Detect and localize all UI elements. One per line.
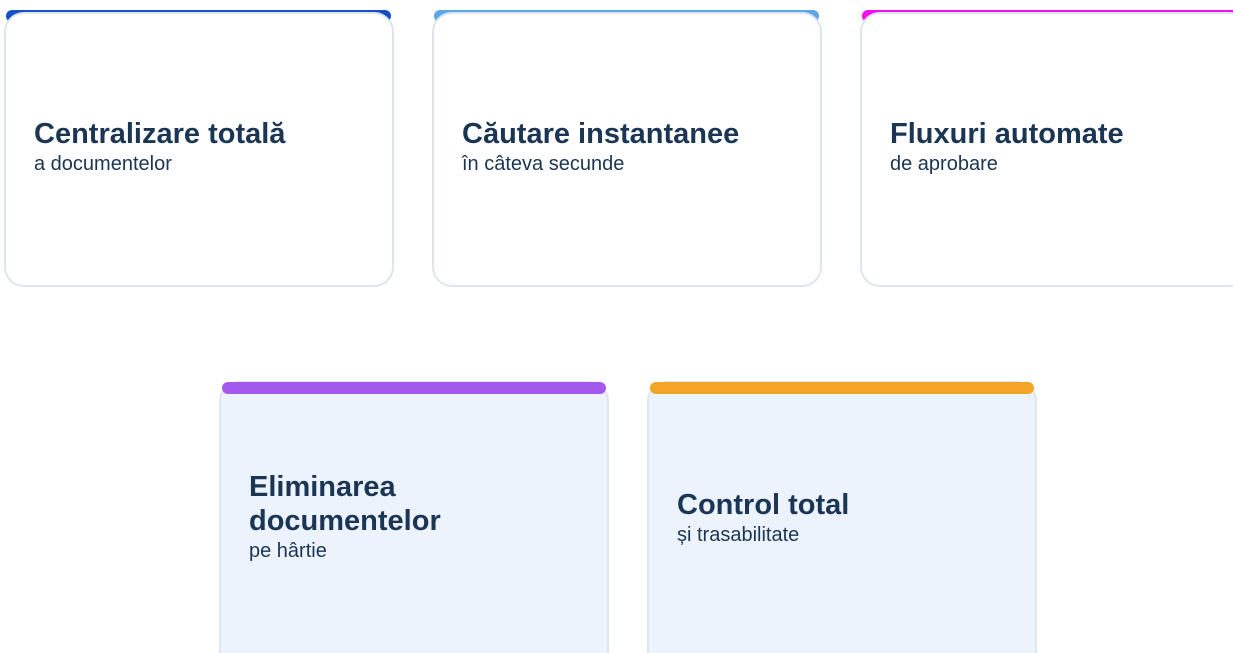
- feature-card-3-text: Fluxuri automate de aprobare: [890, 117, 1228, 177]
- feature-card-1-text: Centralizare totală a documentelor: [34, 117, 372, 177]
- feature-card-4-subtitle: pe hârtie: [249, 540, 327, 562]
- feature-card-2-subtitle: în câteva secunde: [462, 153, 625, 175]
- feature-card-control: Control total și trasabilitate: [647, 381, 1037, 653]
- feature-card-fluxuri: Fluxuri automate de aprobare: [860, 12, 1233, 287]
- feature-card-5-accent-bar: [650, 382, 1034, 394]
- feature-card-centralizare: Centralizare totală a documentelor: [4, 12, 394, 287]
- feature-card-4-accent-bar: [222, 382, 606, 394]
- feature-card-5-text: Control total și trasabilitate: [677, 488, 1015, 548]
- feature-card-2-title: Căutare instantanee: [462, 118, 740, 150]
- feature-card-1-title: Centralizare totală: [34, 118, 286, 150]
- feature-card-cautare: Căutare instantanee în câteva secunde: [432, 12, 822, 287]
- feature-card-5-subtitle: și trasabilitate: [677, 524, 800, 546]
- feature-card-1-subtitle: a documentelor: [34, 153, 172, 175]
- feature-cards-section: Centralizare totală a documentelor Căuta…: [0, 0, 1233, 653]
- feature-card-4-text: Eliminarea documentelor pe hârtie: [249, 470, 547, 564]
- feature-card-eliminarea: Eliminarea documentelor pe hârtie: [219, 381, 609, 653]
- feature-card-3-subtitle: de aprobare: [890, 153, 998, 175]
- feature-card-5-title: Control total: [677, 489, 850, 521]
- feature-card-3-title: Fluxuri automate: [890, 118, 1124, 150]
- feature-card-2-text: Căutare instantanee în câteva secunde: [462, 117, 800, 177]
- feature-card-4-title: Eliminarea documentelor: [249, 471, 441, 537]
